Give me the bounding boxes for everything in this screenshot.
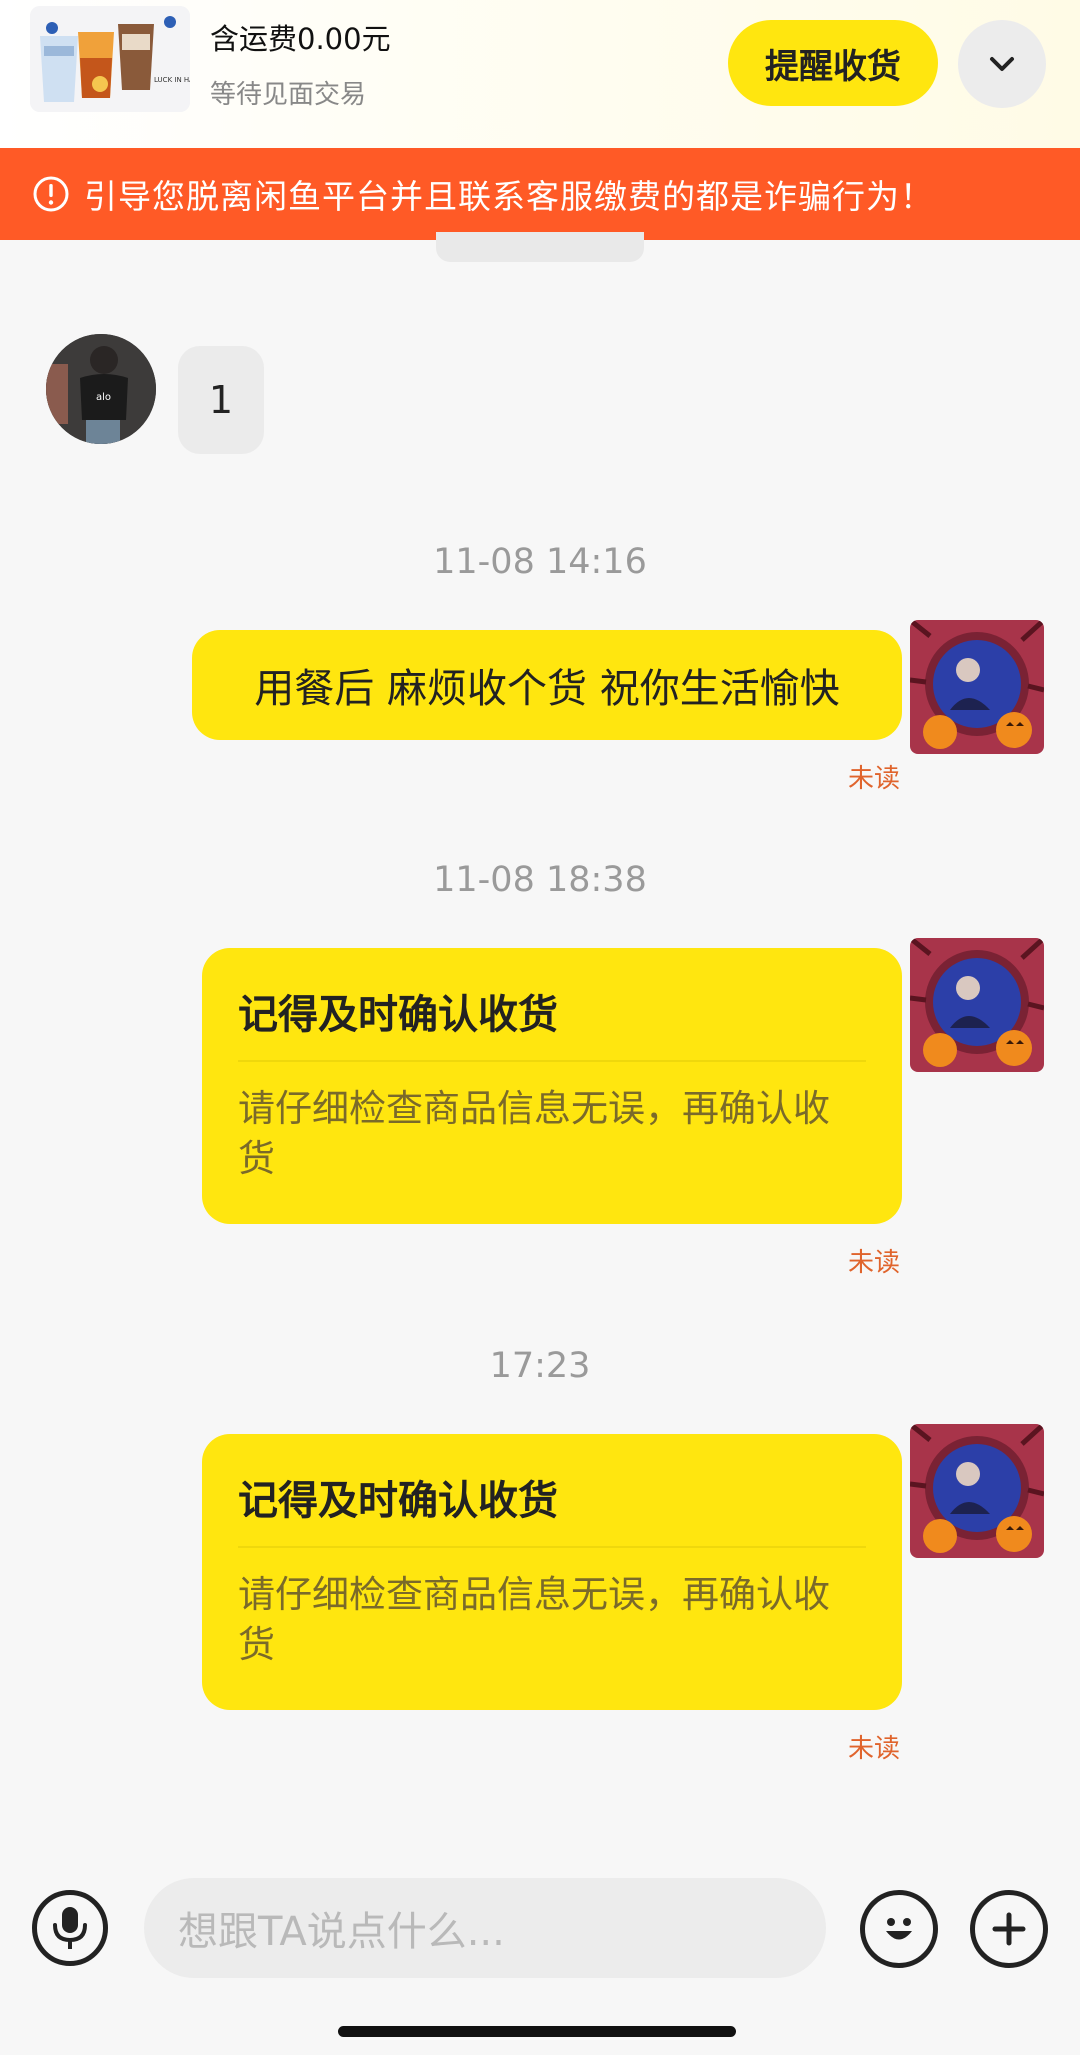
product-thumbnail[interactable]: LUCK IN HAND <box>30 6 190 112</box>
confirm-receipt-card[interactable]: 记得及时确认收货 请仔细检查商品信息无误，再确认收货 <box>202 1434 902 1710</box>
user-avatar-photo-icon: alo <box>46 334 156 444</box>
unread-status: 未读 <box>847 1248 900 1278</box>
card-title: 记得及时确认收货 <box>238 992 558 1038</box>
card-body: 请仔细检查商品信息无误，再确认收货 <box>238 1087 830 1180</box>
my-avatar[interactable] <box>910 1424 1044 1558</box>
order-bar: LUCK IN HAND 含运费0.00元 等待见面交易 提醒收货 <box>0 0 1080 148</box>
card-divider <box>238 1546 866 1548</box>
emoji-icon <box>886 1918 912 1940</box>
message-input-placeholder: 想跟TA说点什么... <box>178 1909 505 1955</box>
svg-text:alo: alo <box>96 392 111 403</box>
my-avatar[interactable] <box>910 620 1044 754</box>
expand-button[interactable] <box>958 20 1046 108</box>
card-body: 请仔细检查商品信息无误，再确认收货 <box>238 1573 830 1666</box>
my-avatar[interactable] <box>910 938 1044 1072</box>
message-timestamp: 17:23 <box>489 1346 591 1386</box>
unread-status: 未读 <box>847 764 900 794</box>
unread-status: 未读 <box>847 1734 900 1764</box>
order-price: 含运费0.00元 <box>210 22 391 56</box>
card-divider <box>238 1060 866 1062</box>
message-timestamp: 11-08 14:16 <box>433 542 647 582</box>
confirm-receipt-card[interactable]: 记得及时确认收货 请仔细检查商品信息无误，再确认收货 <box>202 948 902 1224</box>
message-input[interactable]: 想跟TA说点什么... <box>144 1878 826 1978</box>
plus-icon <box>992 1912 1026 1946</box>
halloween-avatar-icon <box>910 938 1044 1072</box>
card-title: 记得及时确认收货 <box>238 1478 558 1524</box>
incoming-message-bubble[interactable]: 1 <box>178 346 264 454</box>
product-thumbnail-drinks-icon: LUCK IN HAND <box>30 6 190 112</box>
emoji-button[interactable] <box>860 1890 938 1968</box>
thumbnail-caption: LUCK IN HAND <box>154 76 190 84</box>
warning-text: 引导您脱离闲鱼平台并且联系客服缴费的都是诈骗行为！ <box>84 177 934 216</box>
order-status: 等待见面交易 <box>210 80 367 110</box>
halloween-avatar-icon <box>910 1424 1044 1558</box>
fraud-warning-banner: 引导您脱离闲鱼平台并且联系客服缴费的都是诈骗行为！ <box>0 148 1080 240</box>
more-button[interactable] <box>970 1890 1048 1968</box>
previous-message-edge <box>436 232 644 262</box>
voice-button[interactable] <box>32 1890 108 1966</box>
message-timestamp: 11-08 18:38 <box>433 860 647 900</box>
home-indicator[interactable] <box>338 2026 736 2037</box>
seller-avatar[interactable]: alo <box>46 334 156 444</box>
alert-circle-icon <box>33 176 69 212</box>
halloween-avatar-icon <box>910 620 1044 754</box>
microphone-icon <box>53 1907 87 1949</box>
remind-receive-button[interactable]: 提醒收货 <box>728 20 938 106</box>
chevron-down-icon <box>990 57 1014 71</box>
outgoing-message-bubble[interactable]: 用餐后 麻烦收个货 祝你生活愉快 <box>192 630 902 740</box>
